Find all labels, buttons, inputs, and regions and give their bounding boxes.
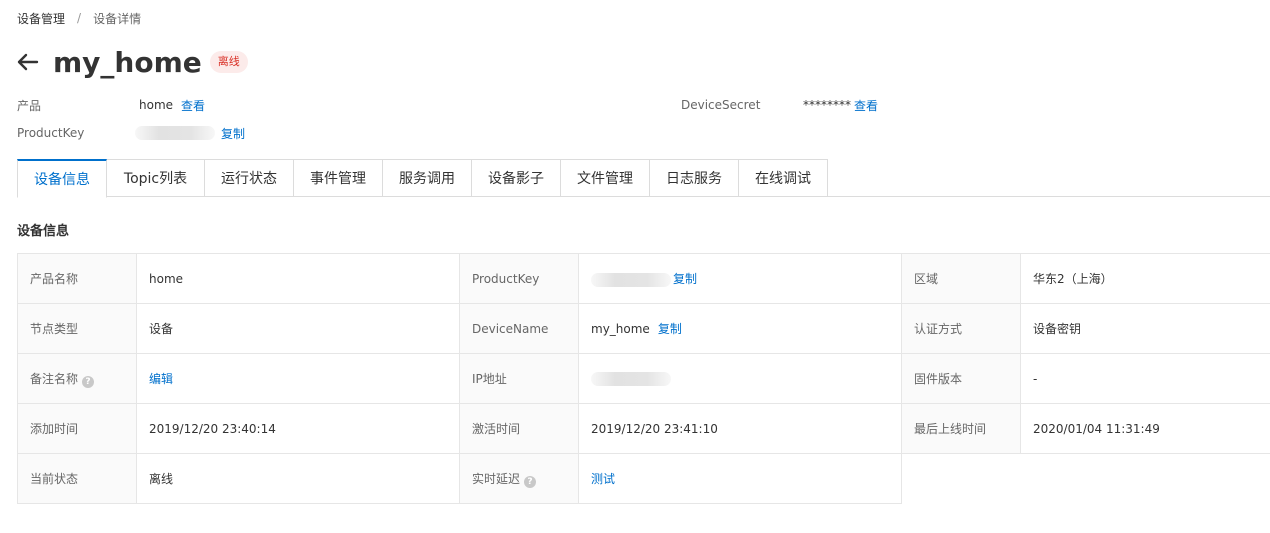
tab-online-debug[interactable]: 在线调试 xyxy=(739,159,828,197)
firmware-version-label: 固件版本 xyxy=(901,353,1021,404)
ip-address-label: IP地址 xyxy=(459,353,579,404)
empty-cell xyxy=(901,453,1021,504)
region-label: 区域 xyxy=(901,253,1021,304)
remark-name-cell: 编辑 xyxy=(136,353,460,404)
tab-event-management[interactable]: 事件管理 xyxy=(294,159,383,197)
current-status-value: 离线 xyxy=(136,453,460,504)
productkey-label: ProductKey xyxy=(17,126,85,140)
tab-topic-list[interactable]: Topic列表 xyxy=(107,159,205,197)
product-value: home xyxy=(139,98,174,112)
page-title: my_home xyxy=(53,45,202,79)
ip-address-cell xyxy=(578,353,902,404)
added-time-value: 2019/12/20 23:40:14 xyxy=(136,403,460,454)
meta-row-productkey: ProductKey 复制 xyxy=(17,124,245,142)
tab-log-service[interactable]: 日志服务 xyxy=(650,159,739,197)
table-row: 备注名称? 编辑 IP地址 固件版本 - xyxy=(17,353,1270,404)
node-type-label: 节点类型 xyxy=(17,303,137,354)
table-row: 节点类型 设备 DeviceName my_home 复制 认证方式 设备密钥 xyxy=(17,303,1270,354)
realtime-latency-cell: 测试 xyxy=(578,453,902,504)
tab-file-management[interactable]: 文件管理 xyxy=(561,159,650,197)
status-badge: 离线 xyxy=(209,51,248,73)
breadcrumb-separator: / xyxy=(77,11,82,25)
product-name-label: 产品名称 xyxy=(17,253,137,304)
device-info-table: 产品名称 home ProductKey 复制 区域 华东2（上海） 节点类型 … xyxy=(17,253,1270,504)
view-product-link[interactable]: 查看 xyxy=(181,97,205,114)
info-productkey-masked-value xyxy=(591,272,671,287)
tab-running-status[interactable]: 运行状态 xyxy=(205,159,294,197)
copy-devicename-link[interactable]: 复制 xyxy=(658,322,682,336)
node-type-value: 设备 xyxy=(136,303,460,354)
current-status-label: 当前状态 xyxy=(17,453,137,504)
tab-device-shadow[interactable]: 设备影子 xyxy=(472,159,561,197)
product-name-value: home xyxy=(136,253,460,304)
firmware-version-value: - xyxy=(1020,353,1270,404)
tab-service-invocation[interactable]: 服务调用 xyxy=(383,159,472,197)
activated-time-label: 激活时间 xyxy=(459,403,579,454)
ip-address-masked-value xyxy=(591,371,671,386)
devicename-value: my_home xyxy=(591,322,650,336)
devicename-cell: my_home 复制 xyxy=(578,303,902,354)
productkey-masked-value xyxy=(135,126,215,140)
last-online-time-value: 2020/01/04 11:31:49 xyxy=(1020,403,1270,454)
added-time-label: 添加时间 xyxy=(17,403,137,454)
realtime-latency-label-cell: 实时延迟? xyxy=(459,453,579,504)
remark-name-label: 备注名称 xyxy=(30,371,79,386)
help-icon[interactable]: ? xyxy=(524,475,537,488)
view-devicesecret-link[interactable]: 查看 xyxy=(854,97,878,114)
edit-remark-link[interactable]: 编辑 xyxy=(149,372,173,386)
activated-time-value: 2019/12/20 23:41:10 xyxy=(578,403,902,454)
table-row: 添加时间 2019/12/20 23:40:14 激活时间 2019/12/20… xyxy=(17,403,1270,454)
last-online-time-label: 最后上线时间 xyxy=(901,403,1021,454)
remark-name-label-cell: 备注名称? xyxy=(17,353,137,404)
realtime-latency-label: 实时延迟 xyxy=(472,471,521,486)
breadcrumb: 设备管理 / 设备详情 xyxy=(17,10,141,26)
info-productkey-label: ProductKey xyxy=(459,253,579,304)
tab-device-info[interactable]: 设备信息 xyxy=(17,159,107,198)
auth-method-value: 设备密钥 xyxy=(1020,303,1270,354)
meta-row-product: 产品 home 查看 DeviceSecret ******** 查看 xyxy=(17,96,897,114)
page-header: my_home 离线 xyxy=(17,44,248,80)
table-row: 产品名称 home ProductKey 复制 区域 华东2（上海） xyxy=(17,253,1270,304)
arrow-left-icon[interactable] xyxy=(17,52,39,72)
tab-bar: 设备信息 Topic列表 运行状态 事件管理 服务调用 设备影子 文件管理 日志… xyxy=(17,159,1270,198)
copy-productkey-link[interactable]: 复制 xyxy=(221,125,245,142)
empty-cell xyxy=(1020,453,1270,504)
breadcrumb-device-detail: 设备详情 xyxy=(93,11,142,26)
auth-method-label: 认证方式 xyxy=(901,303,1021,354)
product-label: 产品 xyxy=(17,98,42,113)
devicesecret-value: ******** xyxy=(803,98,851,112)
breadcrumb-device-management[interactable]: 设备管理 xyxy=(17,10,65,27)
devicesecret-label: DeviceSecret xyxy=(681,98,761,112)
help-icon[interactable]: ? xyxy=(82,375,95,388)
table-row: 当前状态 离线 实时延迟? 测试 xyxy=(17,453,1270,504)
info-copy-productkey-link[interactable]: 复制 xyxy=(673,272,697,286)
info-productkey-cell: 复制 xyxy=(578,253,902,304)
region-value: 华东2（上海） xyxy=(1020,253,1270,304)
devicename-label: DeviceName xyxy=(459,303,579,354)
test-latency-link[interactable]: 测试 xyxy=(591,472,615,486)
section-title-device-info: 设备信息 xyxy=(17,224,70,239)
